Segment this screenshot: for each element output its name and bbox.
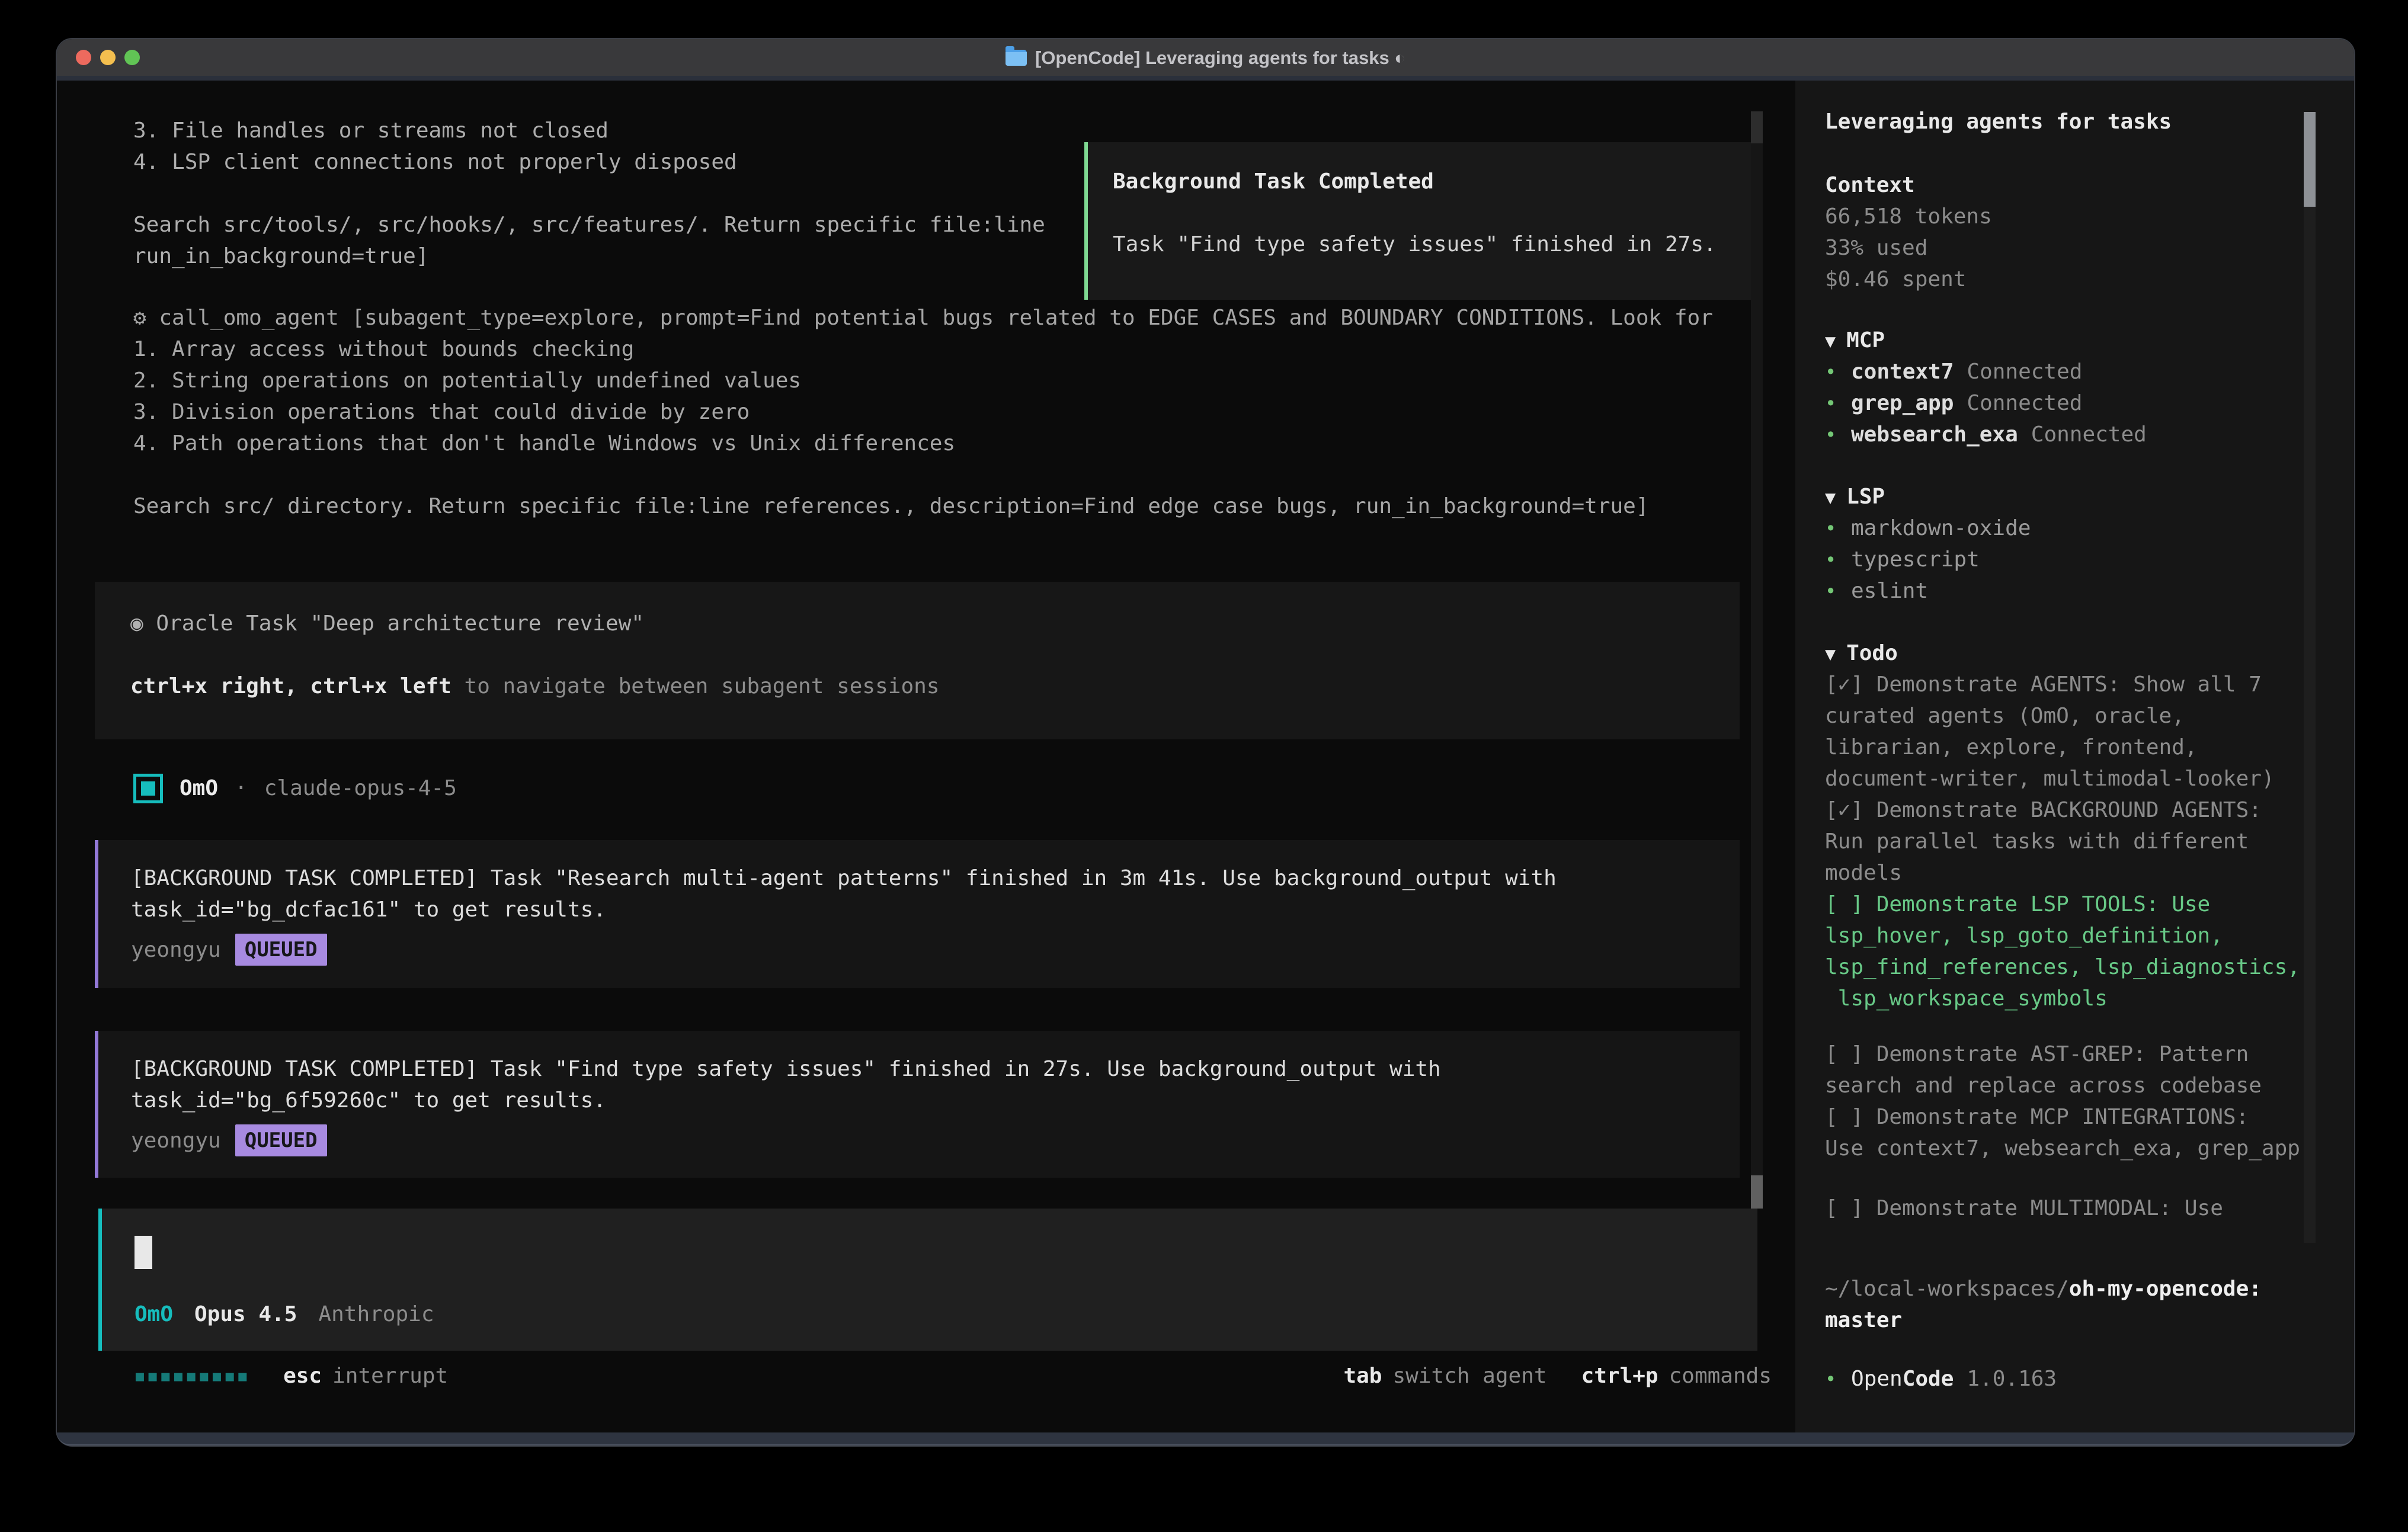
todo-item-pending-astgrep-mcp: [ ] Demonstrate AST-GREP: Pattern search… bbox=[1825, 1039, 2300, 1164]
status-dot-icon: • bbox=[1825, 576, 1851, 607]
background-task-card-1[interactable]: [BACKGROUND TASK COMPLETED] Task "Resear… bbox=[95, 840, 1740, 988]
omo-agent-icon bbox=[133, 774, 163, 803]
mcp-section-header[interactable]: ▼ MCP bbox=[1825, 325, 1885, 356]
status-bar: ▪▪▪▪▪▪▪▪▪ esc interrupt tab switch agent… bbox=[133, 1360, 1772, 1392]
opencode-version-row: • OpenCode 1.0.163 bbox=[1825, 1363, 2057, 1395]
window-bottom-edge bbox=[57, 1432, 2354, 1446]
mcp-item-context7: • context7 Connected bbox=[1825, 356, 2082, 387]
lsp-section-header[interactable]: ▼ LSP bbox=[1825, 481, 1885, 512]
task-message: [BACKGROUND TASK COMPLETED] Task "Find t… bbox=[131, 1053, 1740, 1116]
context-stats: 66,518 tokens 33% used $0.46 spent bbox=[1825, 201, 1992, 295]
status-badge: QUEUED bbox=[235, 1124, 327, 1156]
status-dot-icon: • bbox=[1825, 388, 1851, 419]
workspace-path: ~/local-workspaces/oh-my-opencode: bbox=[1825, 1273, 2262, 1305]
lsp-item-eslint: • eslint bbox=[1825, 575, 1928, 607]
task-user: yeongyu bbox=[131, 1125, 221, 1156]
task-user: yeongyu bbox=[131, 934, 221, 966]
status-dot-icon: • bbox=[1825, 357, 1851, 388]
session-title: Leveraging agents for tasks bbox=[1825, 106, 2172, 137]
background-task-toast: Background Task Completed Task "Find typ… bbox=[1084, 142, 1758, 300]
tool-call-message: ⚙ call_omo_agent [subagent_type=explore,… bbox=[133, 302, 1713, 522]
input-provider-label: Anthropic bbox=[318, 1299, 434, 1330]
scrollback-message-1: 3. File handles or streams not closed 4.… bbox=[133, 115, 1045, 272]
session-sidebar: Leveraging agents for tasks Context 66,5… bbox=[1795, 81, 2354, 1432]
status-badge: QUEUED bbox=[235, 934, 327, 966]
status-dot-icon: • bbox=[1825, 544, 1851, 576]
record-icon: ◉ bbox=[130, 611, 143, 636]
input-agent-label[interactable]: OmO bbox=[135, 1299, 173, 1330]
esc-key-action: interrupt bbox=[332, 1360, 448, 1392]
chevron-down-icon[interactable]: ▼ bbox=[1825, 639, 1836, 670]
agent-model: claude-opus-4-5 bbox=[264, 773, 457, 804]
oracle-hint-text: to navigate between subagent sessions bbox=[451, 674, 940, 698]
lsp-item-markdown-oxide: • markdown-oxide bbox=[1825, 512, 2031, 544]
status-dot-icon: • bbox=[1825, 419, 1851, 451]
status-dot-icon: • bbox=[1825, 1364, 1851, 1395]
tab-key-action: switch agent bbox=[1392, 1360, 1546, 1392]
activity-dots-icon: ▪▪▪▪▪▪▪▪▪ bbox=[133, 1360, 249, 1392]
opencode-window: [OpenCode] Leveraging agents for tasks ◐… bbox=[57, 39, 2354, 1446]
window-title-group: [OpenCode] Leveraging agents for tasks ◐ bbox=[57, 42, 2354, 73]
separator-dot: · bbox=[235, 773, 248, 804]
agent-name: OmO bbox=[180, 773, 218, 804]
prompt-input[interactable]: OmO Opus 4.5 Anthropic bbox=[98, 1209, 1757, 1351]
esc-key-hint[interactable]: esc bbox=[283, 1360, 322, 1392]
chevron-down-icon[interactable]: ▼ bbox=[1825, 482, 1836, 514]
task-message: [BACKGROUND TASK COMPLETED] Task "Resear… bbox=[131, 863, 1740, 925]
main-scrollbar[interactable] bbox=[1751, 111, 1763, 1209]
status-dot-icon: • bbox=[1825, 513, 1851, 544]
oracle-task-card[interactable]: ◉ Oracle Task "Deep architecture review"… bbox=[95, 582, 1740, 739]
lsp-item-typescript: • typescript bbox=[1825, 544, 1980, 575]
todo-item-done-agents: [✓] Demonstrate AGENTS: Show all 7 curat… bbox=[1825, 669, 2275, 794]
oracle-task-title: Oracle Task "Deep architecture review" bbox=[156, 611, 644, 636]
input-meta-row: OmO Opus 4.5 Anthropic bbox=[135, 1299, 434, 1330]
text-cursor bbox=[135, 1236, 152, 1269]
mcp-item-websearch-exa: • websearch_exa Connected bbox=[1825, 419, 2147, 450]
toast-body: Task "Find type safety issues" finished … bbox=[1113, 229, 1754, 260]
background-task-card-2[interactable]: [BACKGROUND TASK COMPLETED] Task "Find t… bbox=[95, 1031, 1740, 1178]
tab-key-hint[interactable]: tab bbox=[1343, 1360, 1382, 1392]
todo-item-current-lsp-tools: [ ] Demonstrate LSP TOOLS: Use lsp_hover… bbox=[1825, 889, 2300, 1014]
window-title: [OpenCode] Leveraging agents for tasks ◐ bbox=[1035, 42, 1405, 73]
main-scrollbar-thumb-top[interactable] bbox=[1751, 111, 1763, 143]
session-pane: 3. File handles or streams not closed 4.… bbox=[57, 81, 1795, 1432]
context-header: Context bbox=[1825, 169, 1915, 201]
chevron-down-icon[interactable]: ▼ bbox=[1825, 326, 1836, 357]
main-scrollbar-thumb[interactable] bbox=[1751, 1175, 1763, 1209]
oracle-hint-keys: ctrl+x right, ctrl+x left bbox=[130, 674, 451, 698]
todo-item-pending-multimodal: [ ] Demonstrate MULTIMODAL: Use bbox=[1825, 1193, 2223, 1224]
agent-header-row: OmO · claude-opus-4-5 bbox=[133, 773, 457, 804]
sidebar-scrollbar-thumb[interactable] bbox=[2304, 112, 2316, 207]
workspace-branch: master bbox=[1825, 1305, 1902, 1336]
desktop: [OpenCode] Leveraging agents for tasks ◐… bbox=[0, 0, 2408, 1532]
mcp-item-grep-app: • grep_app Connected bbox=[1825, 387, 2082, 419]
ctrlp-key-action: commands bbox=[1669, 1360, 1772, 1392]
input-model-label[interactable]: Opus 4.5 bbox=[194, 1299, 297, 1330]
todo-item-done-background-agents: [✓] Demonstrate BACKGROUND AGENTS: Run p… bbox=[1825, 794, 2262, 889]
folder-icon bbox=[1006, 50, 1027, 66]
toast-title: Background Task Completed bbox=[1113, 166, 1754, 197]
todo-section-header[interactable]: ▼ Todo bbox=[1825, 637, 1898, 669]
sidebar-scrollbar[interactable] bbox=[2304, 112, 2316, 1243]
ctrlp-key-hint[interactable]: ctrl+p bbox=[1581, 1360, 1658, 1392]
title-bar[interactable]: [OpenCode] Leveraging agents for tasks ◐ bbox=[57, 39, 2354, 81]
